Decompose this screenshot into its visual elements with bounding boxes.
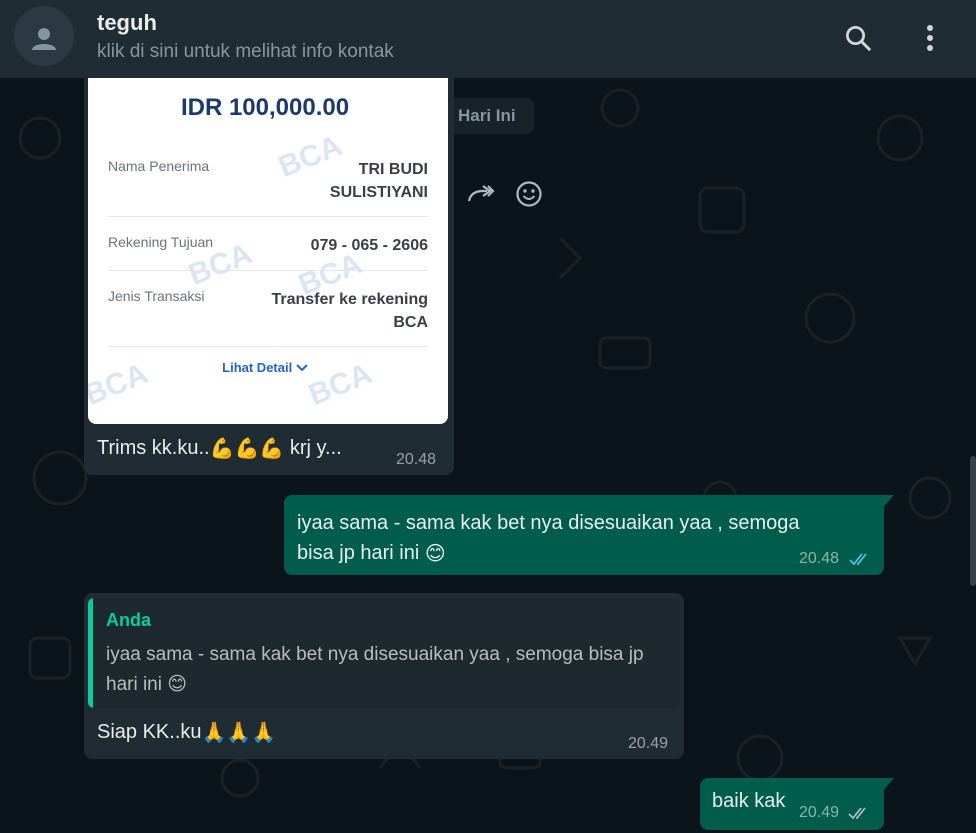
- chevron-down-icon: [296, 364, 308, 372]
- message-text: Siap KK..ku🙏🙏🙏: [97, 720, 277, 744]
- message-time: 20.48: [396, 451, 437, 468]
- date-separator: Hari Ini: [440, 98, 534, 134]
- smiling-face-emoji: 😊: [167, 674, 188, 695]
- chat-header: teguh klik di sini untuk melihat info ko…: [0, 0, 976, 78]
- forward-icon[interactable]: [465, 178, 497, 210]
- message-text: baik kak: [712, 790, 786, 812]
- bubble-tail: [882, 495, 894, 509]
- transfer-amount: IDR 100,000.00: [180, 94, 350, 121]
- receipt-label: Rekening Tujuan: [108, 234, 214, 250]
- image-message-bubble[interactable]: BCA BCA BCA BCA BCA IDR 100,000.00 Nama …: [84, 78, 454, 475]
- divider: [108, 216, 428, 217]
- read-receipt-icon: [849, 553, 867, 566]
- emoji-reaction-icon[interactable]: [513, 178, 545, 210]
- receipt-value: Transfer ke rekening BCA: [271, 291, 428, 331]
- transfer-receipt-image[interactable]: BCA BCA BCA BCA BCA IDR 100,000.00 Nama …: [88, 78, 448, 424]
- receipt-label: Nama Penerima: [108, 158, 210, 174]
- delivered-receipt-icon: [848, 807, 866, 820]
- kebab-menu-icon[interactable]: [910, 18, 950, 58]
- bubble-tail: [882, 778, 894, 792]
- message-time: 20.49: [628, 735, 669, 752]
- view-detail-link[interactable]: Lihat Detail: [88, 360, 442, 375]
- search-icon[interactable]: [838, 18, 878, 58]
- message-time: 20.48: [799, 550, 840, 567]
- outgoing-message-bubble[interactable]: baik kak 20.49: [700, 778, 884, 830]
- message-text: iyaa sama - sama kak bet nya disesuaikan…: [297, 508, 799, 569]
- contact-info-hint[interactable]: klik di sini untuk melihat info kontak: [97, 41, 394, 63]
- quoted-message[interactable]: Anda iyaa sama - sama kak bet nya disesu…: [88, 598, 680, 708]
- chat-scrollbar[interactable]: [970, 456, 976, 586]
- receipt-value: TRI BUDI SULISTIYANI: [329, 161, 428, 201]
- chat-panel[interactable]: Hari Ini BCA BCA BCA BCA BCA IDR 100,000…: [0, 78, 976, 833]
- quote-text: iyaa sama - sama kak bet nya disesuaikan…: [106, 640, 671, 700]
- receipt-value: 079 - 065 - 2606: [310, 237, 428, 254]
- quote-author: Anda: [106, 610, 151, 630]
- contact-name[interactable]: teguh: [97, 10, 157, 36]
- message-time: 20.49: [799, 804, 840, 821]
- outgoing-message-bubble[interactable]: iyaa sama - sama kak bet nya disesuaikan…: [284, 495, 884, 575]
- divider: [108, 346, 428, 347]
- receipt-label: Jenis Transaksi: [108, 288, 205, 304]
- quote-accent-bar: [88, 598, 93, 708]
- folded-hands-emoji: 🙏🙏🙏: [201, 722, 277, 744]
- contact-avatar[interactable]: [14, 6, 74, 66]
- divider: [108, 270, 428, 271]
- flexed-biceps-emoji: 💪💪💪: [209, 438, 285, 460]
- smiling-face-emoji: 😊: [424, 542, 446, 565]
- default-avatar-icon: [14, 6, 74, 66]
- message-caption: Trims kk.ku..💪💪💪 krj y...: [97, 436, 342, 460]
